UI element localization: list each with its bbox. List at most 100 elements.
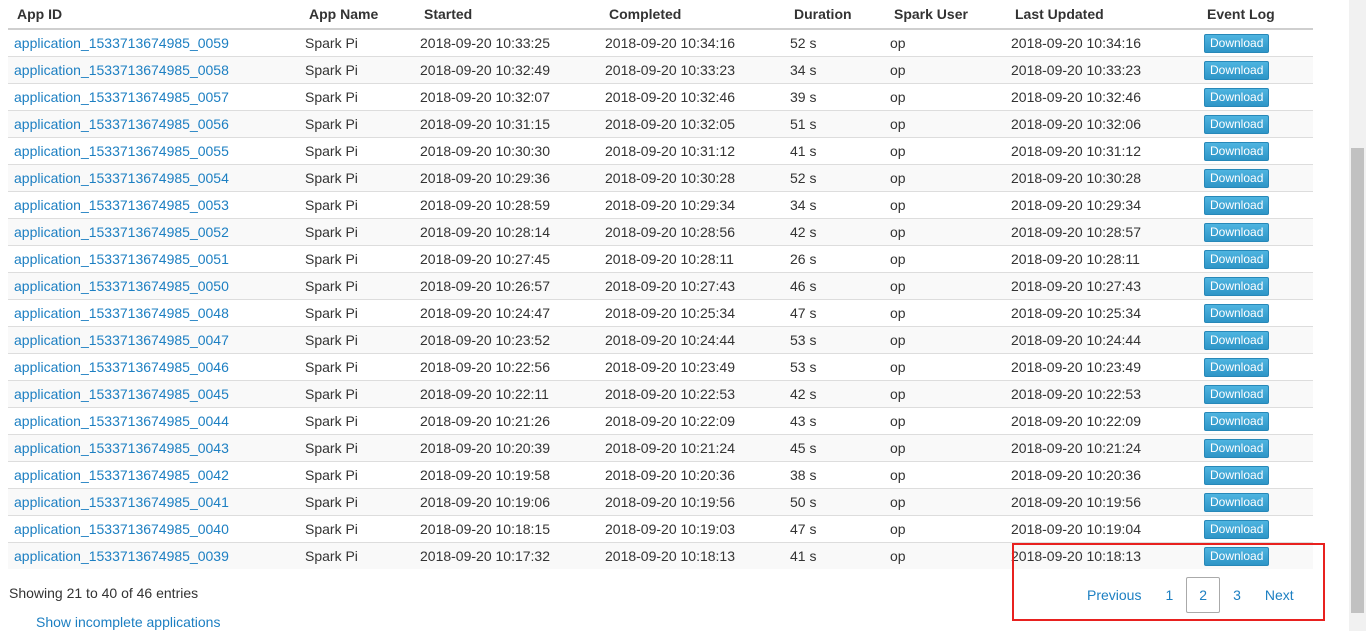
completed-cell: 2018-09-20 10:22:09 <box>605 407 790 435</box>
last-updated-text: 2018-09-20 10:32:46 <box>1011 89 1141 105</box>
download-event-log-button[interactable]: Download <box>1204 249 1270 269</box>
spark-user-cell: op <box>890 407 1011 435</box>
completed-cell: 2018-09-20 10:28:56 <box>605 218 790 246</box>
app-id-link[interactable]: application_1533713674985_0050 <box>14 278 229 294</box>
download-event-log-button[interactable]: Download <box>1204 303 1270 323</box>
last-updated-text: 2018-09-20 10:32:06 <box>1011 116 1141 132</box>
app-id-link[interactable]: application_1533713674985_0051 <box>14 251 229 267</box>
download-event-log-button[interactable]: Download <box>1204 168 1270 188</box>
last-updated-cell: 2018-09-20 10:19:56 <box>1011 488 1197 516</box>
event-log-cell: Download <box>1197 110 1313 138</box>
download-event-log-button[interactable]: Download <box>1204 33 1270 53</box>
download-event-log-button[interactable]: Download <box>1204 60 1270 80</box>
table-row: application_1533713674985_0052 Spark Pi 20… <box>8 218 1313 246</box>
app-id-link[interactable]: application_1533713674985_0054 <box>14 170 229 186</box>
download-event-log-button[interactable]: Download <box>1204 276 1270 296</box>
show-incomplete-link[interactable]: Show incomplete applications <box>36 614 220 630</box>
app-id-link[interactable]: application_1533713674985_0047 <box>14 332 229 348</box>
download-event-log-button[interactable]: Download <box>1204 492 1270 512</box>
app-id-link[interactable]: application_1533713674985_0043 <box>14 440 229 456</box>
vertical-scrollbar[interactable] <box>1349 0 1366 631</box>
completed-cell: 2018-09-20 10:23:49 <box>605 353 790 381</box>
app-name-text: Spark Pi <box>305 332 358 348</box>
column-header-duration[interactable]: Duration <box>790 0 890 30</box>
app-id-link[interactable]: application_1533713674985_0041 <box>14 494 229 510</box>
download-event-log-button[interactable]: Download <box>1204 141 1270 161</box>
download-event-log-button[interactable]: Download <box>1204 357 1270 377</box>
column-header-completed[interactable]: Completed <box>605 0 790 30</box>
event-log-cell: Download <box>1197 83 1313 111</box>
column-header-app-id[interactable]: App ID <box>8 0 305 30</box>
download-event-log-button[interactable]: Download <box>1204 330 1270 350</box>
started-text: 2018-09-20 10:29:36 <box>420 170 550 186</box>
last-updated-text: 2018-09-20 10:30:28 <box>1011 170 1141 186</box>
download-event-log-button[interactable]: Download <box>1204 465 1270 485</box>
column-header-started[interactable]: Started <box>420 0 605 30</box>
spark-user-cell: op <box>890 164 1011 192</box>
column-header-event-log[interactable]: Event Log <box>1197 0 1313 30</box>
scrollbar-thumb[interactable] <box>1351 148 1364 613</box>
event-log-cell: Download <box>1197 218 1313 246</box>
duration-text: 51 s <box>790 116 817 132</box>
app-id-link[interactable]: application_1533713674985_0053 <box>14 197 229 213</box>
table-row: application_1533713674985_0041 Spark Pi 20… <box>8 488 1313 516</box>
app-id-link[interactable]: application_1533713674985_0055 <box>14 143 229 159</box>
table-row: application_1533713674985_0051 Spark Pi 20… <box>8 245 1313 273</box>
download-event-log-button[interactable]: Download <box>1204 438 1270 458</box>
spark-user-text: op <box>890 251 906 267</box>
app-id-link[interactable]: application_1533713674985_0045 <box>14 386 229 402</box>
app-id-link[interactable]: application_1533713674985_0046 <box>14 359 229 375</box>
download-event-log-button[interactable]: Download <box>1204 411 1270 431</box>
download-event-log-button[interactable]: Download <box>1204 384 1270 404</box>
last-updated-cell: 2018-09-20 10:30:28 <box>1011 164 1197 192</box>
column-header-spark-user[interactable]: Spark User <box>890 0 1011 30</box>
duration-cell: 42 s <box>790 218 890 246</box>
app-name-cell: Spark Pi <box>305 272 420 300</box>
completed-text: 2018-09-20 10:19:56 <box>605 494 735 510</box>
column-header-app-name[interactable]: App Name <box>305 0 420 30</box>
duration-text: 50 s <box>790 494 817 510</box>
duration-text: 47 s <box>790 521 817 537</box>
app-name-cell: Spark Pi <box>305 326 420 354</box>
app-id-link[interactable]: application_1533713674985_0044 <box>14 413 229 429</box>
started-text: 2018-09-20 10:22:56 <box>420 359 550 375</box>
completed-cell: 2018-09-20 10:32:46 <box>605 83 790 111</box>
download-event-log-button[interactable]: Download <box>1204 114 1270 134</box>
app-id-cell: application_1533713674985_0048 <box>8 299 305 327</box>
event-log-cell: Download <box>1197 380 1313 408</box>
event-log-cell: Download <box>1197 515 1313 543</box>
app-id-link[interactable]: application_1533713674985_0042 <box>14 467 229 483</box>
started-text: 2018-09-20 10:32:49 <box>420 62 550 78</box>
download-event-log-button[interactable]: Download <box>1204 87 1270 107</box>
app-id-link[interactable]: application_1533713674985_0059 <box>14 35 229 51</box>
started-text: 2018-09-20 10:19:58 <box>420 467 550 483</box>
duration-cell: 52 s <box>790 164 890 192</box>
duration-cell: 50 s <box>790 488 890 516</box>
spark-user-cell: op <box>890 380 1011 408</box>
last-updated-text: 2018-09-20 10:20:36 <box>1011 467 1141 483</box>
app-id-link[interactable]: application_1533713674985_0039 <box>14 548 229 564</box>
app-id-link[interactable]: application_1533713674985_0056 <box>14 116 229 132</box>
download-event-log-button[interactable]: Download <box>1204 222 1270 242</box>
completed-cell: 2018-09-20 10:22:53 <box>605 380 790 408</box>
download-event-log-button[interactable]: Download <box>1204 195 1270 215</box>
app-id-link[interactable]: application_1533713674985_0057 <box>14 89 229 105</box>
app-id-link[interactable]: application_1533713674985_0048 <box>14 305 229 321</box>
last-updated-cell: 2018-09-20 10:21:24 <box>1011 434 1197 462</box>
table-row: application_1533713674985_0055 Spark Pi 20… <box>8 137 1313 165</box>
event-log-cell: Download <box>1197 461 1313 489</box>
duration-text: 41 s <box>790 143 817 159</box>
duration-cell: 34 s <box>790 191 890 219</box>
last-updated-text: 2018-09-20 10:22:09 <box>1011 413 1141 429</box>
column-header-last-updated[interactable]: Last Updated <box>1011 0 1197 30</box>
app-id-cell: application_1533713674985_0044 <box>8 407 305 435</box>
app-name-cell: Spark Pi <box>305 353 420 381</box>
last-updated-cell: 2018-09-20 10:31:12 <box>1011 137 1197 165</box>
app-id-link[interactable]: application_1533713674985_0040 <box>14 521 229 537</box>
duration-text: 43 s <box>790 413 817 429</box>
spark-user-text: op <box>890 494 906 510</box>
app-id-link[interactable]: application_1533713674985_0052 <box>14 224 229 240</box>
spark-user-text: op <box>890 62 906 78</box>
app-id-link[interactable]: application_1533713674985_0058 <box>14 62 229 78</box>
download-event-log-button[interactable]: Download <box>1204 519 1270 539</box>
